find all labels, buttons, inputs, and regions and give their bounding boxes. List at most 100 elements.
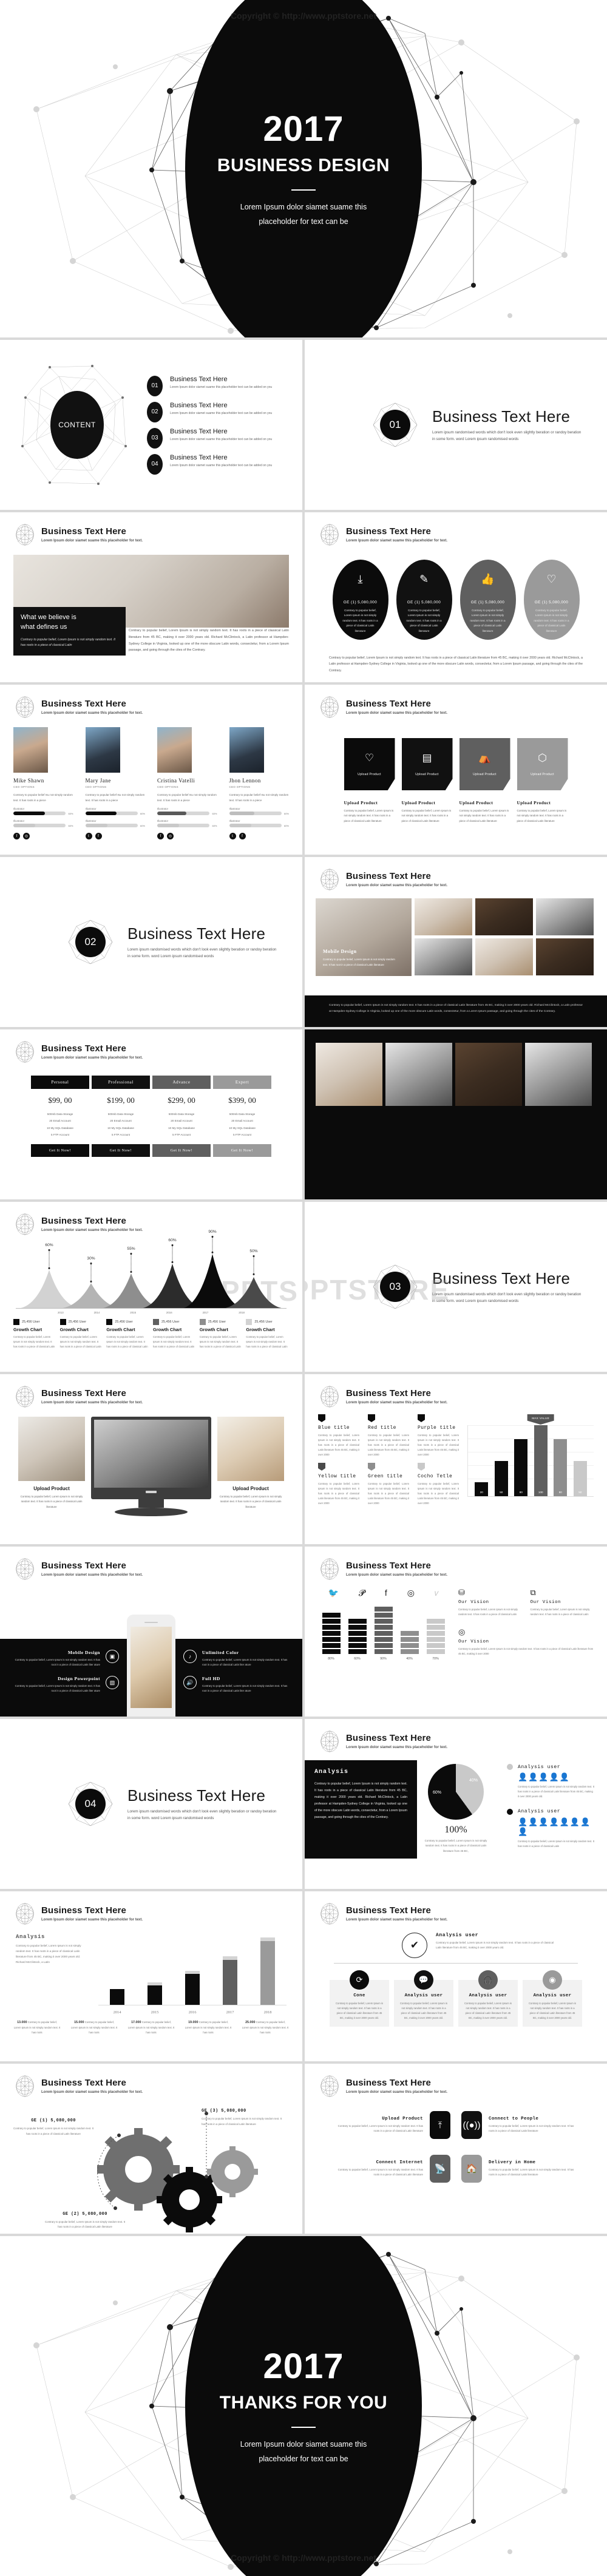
growth-note: 25.000 Contrary to popular belief, Lorem… — [242, 2019, 289, 2035]
vision-list: ⛁ Our Vision Contrary to popular belief,… — [458, 1588, 594, 1661]
feature-item[interactable]: ▣ Mobile Design Contrary to popular beli… — [0, 1650, 127, 1667]
tent-icon: ⛺ — [478, 752, 492, 764]
agenda-item[interactable]: 01 Business Text Here Lorem Ipsum dolor … — [147, 375, 289, 396]
gallery-thumb[interactable] — [415, 938, 472, 975]
team-member-card[interactable]: Jhon Lennon CEO OPTIONS Contrary to popu… — [229, 727, 289, 840]
bar-value: 100 — [538, 1491, 543, 1494]
slide-title: Business Text Here — [41, 1561, 126, 1571]
gallery-featured-photo[interactable]: Mobile Design Contrary to popular belief… — [316, 898, 412, 976]
section-desc: Lorem ipsum randomised words which don't… — [432, 430, 582, 441]
peak-label: 60% — [168, 1238, 177, 1242]
product-tag[interactable]: ⛺ Upload Product — [459, 738, 510, 790]
cover-desc-line2: placeholder for text can be — [259, 217, 348, 226]
slide-header: Business Text Here Lorem Ipsum dolor sia… — [0, 1891, 302, 1925]
gallery-thumb[interactable] — [536, 938, 594, 975]
legend-value: 25,456 User — [68, 1320, 87, 1324]
gallery-thumb[interactable] — [475, 938, 533, 975]
facebook-icon[interactable]: f — [13, 833, 20, 840]
area-chart: 60% 30% 55% 60% 90% 50% — [16, 1230, 287, 1309]
feature-item[interactable]: 🔊 Full HD Contrary to popular belief, Lo… — [175, 1676, 302, 1693]
product-desc: Upload Product Contrary to popular belie… — [459, 800, 510, 824]
feature-item[interactable]: ♪ Unlimited Color Contrary to popular be… — [175, 1650, 302, 1667]
cover-title: BUSINESS DESIGN — [217, 155, 390, 175]
twitter-icon: 🐦 — [328, 1588, 339, 1598]
closing-year: 2017 — [263, 2346, 344, 2386]
monitor-device — [91, 1417, 211, 1516]
slide-title: Business Text Here — [41, 1043, 126, 1054]
section-title: Business Text Here — [127, 924, 266, 943]
twitter-icon[interactable]: t — [229, 833, 236, 840]
gallery-caption-desc: Contrary to popular belief, Lorem Ipsum … — [323, 958, 395, 966]
product-tag[interactable]: ♡ Upload Product — [344, 738, 395, 790]
facebook-icon[interactable]: f — [239, 833, 246, 840]
slide-title: Business Text Here — [346, 2078, 431, 2089]
plan-cta-button[interactable]: Get It Now! — [213, 1144, 271, 1157]
product-desc: Contrary to popular belief, Lorem Ipsum … — [219, 1495, 282, 1508]
pie-chart: 60% 40% — [428, 1764, 484, 1820]
org-node[interactable]: ◉ Analysis user Contrary to popular beli… — [523, 1970, 582, 2027]
instagram-icon[interactable]: ◎ — [23, 833, 30, 840]
plan-cta-button[interactable]: Get It Now! — [92, 1144, 150, 1157]
gallery-thumb[interactable] — [415, 898, 472, 935]
facebook-icon[interactable]: f — [95, 833, 102, 840]
product-body: Contrary to popular belief, Lorem Ipsum … — [401, 809, 452, 822]
service-item[interactable]: 📡 Connect Internet Contrary to popular b… — [320, 2155, 450, 2183]
product-title: Upload Product — [517, 800, 551, 805]
agenda-item[interactable]: 03 Business Text Here Lorem Ipsum dolor … — [147, 427, 289, 449]
ellipse-feature-card[interactable]: ⤓ GE (1) 5,080,000 Contrary to popular b… — [332, 560, 388, 640]
product-tag[interactable]: ⬡ Upload Product — [517, 738, 568, 790]
slide-subtitle: Lorem Ipsum dolor siamet suame this plac… — [41, 538, 143, 543]
ellipse-feature-card[interactable]: ✎ GE (1) 5,080,000 Contrary to popular b… — [396, 560, 452, 640]
gallery-thumb[interactable] — [455, 1043, 522, 1106]
slide-subtitle: Lorem Ipsum dolor siamet suame this plac… — [41, 1056, 143, 1060]
bar — [260, 1937, 275, 2005]
social-stacked-chart: 🐦 𝓟 f ◎ 𝑣 80% 60% 90% 40% 70% — [318, 1588, 449, 1661]
agenda-item[interactable]: 04 Business Text Here Lorem Ipsum dolor … — [147, 453, 289, 475]
ellipse-feature-card[interactable]: 👍 GE (1) 5,080,000 Contrary to popular b… — [459, 560, 516, 640]
plan-cta-button[interactable]: Get It Now! — [31, 1144, 89, 1157]
slide-header: Business Text Here Lorem Ipsum dolor sia… — [305, 1719, 607, 1753]
team-member-card[interactable]: Mike Shawn CEO OPTIONS Contrary to popul… — [13, 727, 73, 840]
gear-note-desc: Contrary to popular belief, Lorem Ipsum … — [13, 2127, 94, 2135]
service-item[interactable]: ((●)) Connect to People Contrary to popu… — [461, 2111, 591, 2139]
facebook-icon[interactable]: f — [157, 833, 164, 840]
pricing-table: Personal $99, 00 500mb Data Storage 20 E… — [0, 1076, 302, 1157]
gallery-thumb[interactable] — [536, 898, 594, 935]
pricing-plan: Advance $299, 00 500mb Data Storage 20 E… — [152, 1076, 211, 1157]
gallery-thumb[interactable] — [525, 1043, 592, 1106]
agenda-item[interactable]: 02 Business Text Here Lorem Ipsum dolor … — [147, 401, 289, 422]
org-connector — [334, 1963, 578, 1975]
org-node[interactable]: 🎧 Analysis user Contrary to popular beli… — [458, 1970, 518, 2027]
right-feature-list: ♪ Unlimited Color Contrary to popular be… — [175, 1639, 302, 1717]
service-item[interactable]: ⤒ Upload Product Contrary to popular bel… — [320, 2111, 450, 2139]
heart-shield-icon: ♡ — [364, 752, 375, 764]
gallery-thumb[interactable] — [475, 898, 533, 935]
feature-item[interactable]: ▧ Design Powerpoint Contrary to popular … — [0, 1676, 127, 1693]
twitter-icon[interactable]: t — [85, 833, 92, 840]
gallery-thumb[interactable] — [316, 1043, 382, 1106]
max-value-callout: MAX VALUE — [527, 1414, 554, 1425]
monitor-power-button[interactable] — [146, 1491, 157, 1493]
section-badge: 02 — [67, 918, 114, 966]
globe-icon — [320, 1386, 339, 1408]
phone-speaker — [144, 1622, 158, 1623]
growth-note: 15.000 Contrary to popular belief, Lorem… — [70, 2019, 118, 2035]
ellipse-feature-card[interactable]: ♡ GE (1) 5,080,000 Contrary to popular b… — [523, 560, 580, 640]
instagram-icon[interactable]: ◎ — [167, 833, 174, 840]
plan-feature: 10 My SQL Database — [168, 1126, 195, 1130]
slide-header: Business Text Here Lorem Ipsum dolor sia… — [305, 1547, 607, 1581]
plan-cta-button[interactable]: Get It Now! — [152, 1144, 211, 1157]
bar — [223, 1956, 237, 2005]
team-member-card[interactable]: Mary Jane CEO OPTIONS Contrary to popula… — [85, 727, 145, 840]
section-divider-02-slide: 02 Business Text Here Lorem ipsum random… — [0, 857, 302, 1027]
product-tag[interactable]: ▤ Upload Product — [401, 738, 453, 790]
globe-icon — [320, 524, 339, 546]
service-item[interactable]: 🏠 Delivery in Home Contrary to popular b… — [461, 2155, 591, 2183]
team-member-role: CEO OPTIONS — [85, 785, 107, 788]
org-node[interactable]: 💬 Analysis user Contrary to popular beli… — [394, 1970, 453, 2027]
org-node[interactable]: ⟳ Cone Contrary to popular belief, Lorem… — [330, 1970, 389, 2027]
vision-desc: Contrary to popular belief, Lorem Ipsum … — [458, 1608, 518, 1616]
team-member-card[interactable]: Cristina Vatelli CEO OPTIONS Contrary to… — [157, 727, 217, 840]
gallery-thumb[interactable] — [385, 1043, 452, 1106]
section-badge: 01 — [371, 401, 419, 449]
